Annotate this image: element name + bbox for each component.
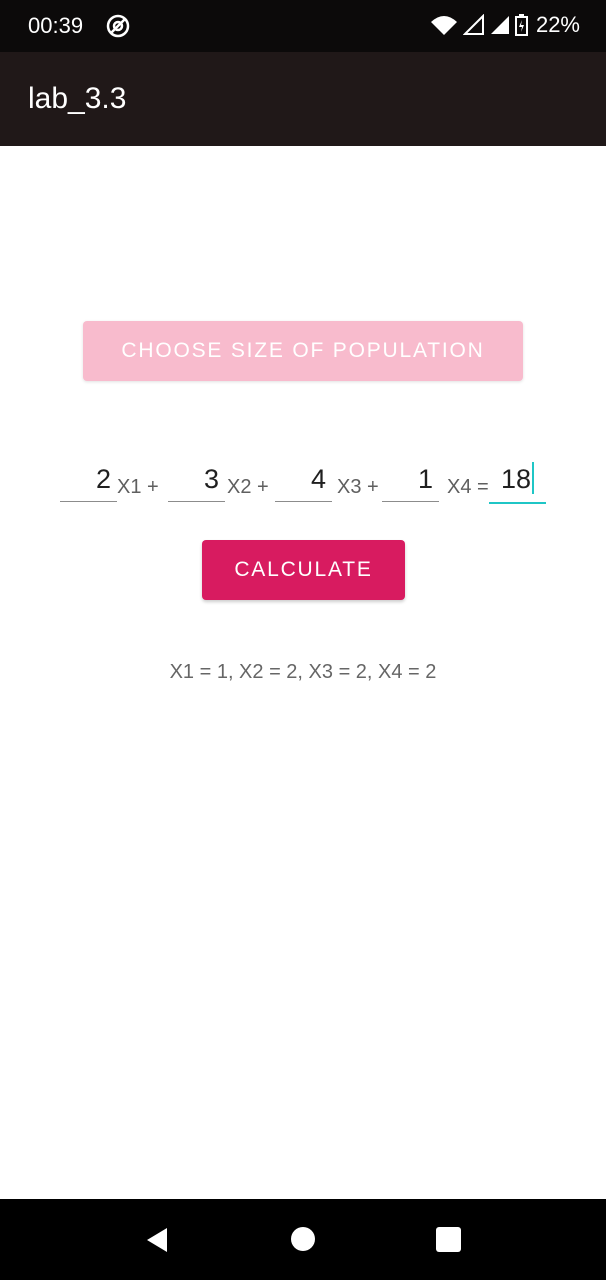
coefficient-x2-input[interactable]: 3 [168,460,225,502]
sync-icon [106,14,130,38]
home-icon[interactable] [291,1227,315,1251]
result-text: X1 = 1, X2 = 2, X3 = 2, X4 = 2 [169,661,437,683]
signal-icon [462,14,484,35]
variable-label-x1: X1 + [117,476,159,498]
calculate-button[interactable]: CALCULATE [202,540,405,600]
variable-label-x2: X2 + [227,476,269,498]
status-icons: 22% [429,12,580,38]
navigation-bar [0,1199,606,1280]
status-bar: 00:39 22% [0,0,606,52]
coefficient-x1-input[interactable]: 2 [60,460,117,502]
battery-percentage: 22% [535,12,580,37]
text-cursor [532,462,535,494]
choose-size-of-population-button[interactable]: CHOOSE SIZE OF POPULATION [83,321,523,381]
recent-apps-icon[interactable] [436,1227,461,1252]
app-bar: lab_3.3 [0,52,606,146]
status-time: 00:39 [28,13,84,38]
variable-label-x4: X4 = [447,476,489,498]
signal-icon [490,16,509,34]
back-icon[interactable] [145,1226,169,1254]
variable-label-x3: X3 + [337,476,379,498]
wifi-icon [430,16,457,35]
coefficient-x4-input[interactable]: 1 [382,460,439,502]
result-value-input[interactable]: 18 [489,460,546,504]
app-title: lab_3.3 [28,82,127,115]
result-value-text: 18 [500,464,532,494]
battery-charging-icon [514,14,528,36]
coefficient-x3-input[interactable]: 4 [275,460,332,502]
